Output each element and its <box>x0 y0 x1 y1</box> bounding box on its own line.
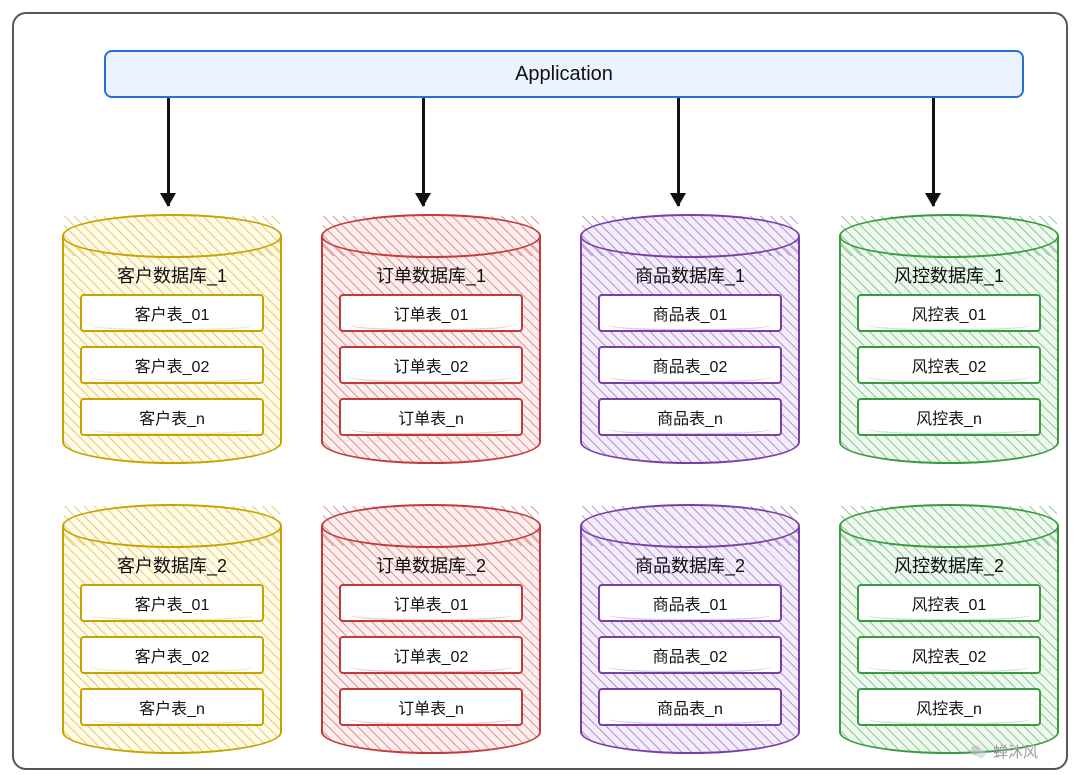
arrows-layer <box>14 98 1080 218</box>
database-top <box>321 504 541 548</box>
tables-list: 商品表_01 商品表_02 商品表_n <box>598 294 782 436</box>
diagram-frame: Application 客户数据库_1 客户表_01 客户表_02 客户表_n 订单数据… <box>12 12 1068 770</box>
table-box: 客户表_01 <box>80 294 264 332</box>
database-top <box>62 504 282 548</box>
wechat-icon <box>969 743 987 761</box>
table-box: 商品表_02 <box>598 636 782 674</box>
database-4: 客户数据库_2 客户表_01 客户表_02 客户表_n <box>62 504 282 754</box>
table-box: 订单表_02 <box>339 346 523 384</box>
table-box: 商品表_02 <box>598 346 782 384</box>
arrow-2 <box>422 98 425 206</box>
application-box: Application <box>104 50 1024 98</box>
tables-list: 订单表_01 订单表_02 订单表_n <box>339 294 523 436</box>
database-label: 风控数据库_2 <box>839 552 1059 578</box>
database-top <box>321 214 541 258</box>
table-box: 订单表_01 <box>339 294 523 332</box>
table-box: 风控表_02 <box>857 346 1041 384</box>
watermark: 蝉沐风 <box>969 741 1038 762</box>
database-2: 商品数据库_1 商品表_01 商品表_02 商品表_n <box>580 214 800 464</box>
tables-list: 客户表_01 客户表_02 客户表_n <box>80 294 264 436</box>
database-top <box>580 214 800 258</box>
table-box: 订单表_n <box>339 688 523 726</box>
database-label: 客户数据库_1 <box>62 262 282 288</box>
arrow-1 <box>167 98 170 206</box>
database-grid: 客户数据库_1客户表_01客户表_02客户表_n订单数据库_1订单表_01订单表… <box>62 214 1062 754</box>
table-box: 客户表_02 <box>80 636 264 674</box>
database-label: 风控数据库_1 <box>839 262 1059 288</box>
tables-list: 商品表_01 商品表_02 商品表_n <box>598 584 782 726</box>
database-6: 商品数据库_2 商品表_01 商品表_02 商品表_n <box>580 504 800 754</box>
database-label: 订单数据库_2 <box>321 552 541 578</box>
table-box: 商品表_01 <box>598 294 782 332</box>
database-label: 商品数据库_2 <box>580 552 800 578</box>
database-top <box>62 214 282 258</box>
table-box: 风控表_n <box>857 398 1041 436</box>
database-top <box>839 214 1059 258</box>
table-box: 订单表_01 <box>339 584 523 622</box>
database-top <box>580 504 800 548</box>
table-box: 风控表_01 <box>857 584 1041 622</box>
arrow-4 <box>932 98 935 206</box>
database-7: 风控数据库_2 风控表_01 风控表_02 风控表_n <box>839 504 1059 754</box>
application-label: Application <box>515 63 613 86</box>
table-box: 订单表_n <box>339 398 523 436</box>
table-box: 客户表_01 <box>80 584 264 622</box>
tables-list: 风控表_01 风控表_02 风控表_n <box>857 294 1041 436</box>
database-label: 订单数据库_1 <box>321 262 541 288</box>
table-box: 客户表_02 <box>80 346 264 384</box>
table-box: 风控表_01 <box>857 294 1041 332</box>
tables-list: 客户表_01 客户表_02 客户表_n <box>80 584 264 726</box>
arrow-3 <box>677 98 680 206</box>
table-box: 客户表_n <box>80 688 264 726</box>
database-label: 商品数据库_1 <box>580 262 800 288</box>
database-label: 客户数据库_2 <box>62 552 282 578</box>
database-3: 风控数据库_1 风控表_01 风控表_02 风控表_n <box>839 214 1059 464</box>
database-5: 订单数据库_2 订单表_01 订单表_02 订单表_n <box>321 504 541 754</box>
table-box: 商品表_n <box>598 398 782 436</box>
table-box: 商品表_01 <box>598 584 782 622</box>
database-top <box>839 504 1059 548</box>
table-box: 风控表_n <box>857 688 1041 726</box>
tables-list: 订单表_01 订单表_02 订单表_n <box>339 584 523 726</box>
table-box: 风控表_02 <box>857 636 1041 674</box>
database-1: 订单数据库_1 订单表_01 订单表_02 订单表_n <box>321 214 541 464</box>
table-box: 商品表_n <box>598 688 782 726</box>
database-0: 客户数据库_1 客户表_01 客户表_02 客户表_n <box>62 214 282 464</box>
tables-list: 风控表_01 风控表_02 风控表_n <box>857 584 1041 726</box>
table-box: 客户表_n <box>80 398 264 436</box>
table-box: 订单表_02 <box>339 636 523 674</box>
watermark-text: 蝉沐风 <box>993 741 1038 762</box>
